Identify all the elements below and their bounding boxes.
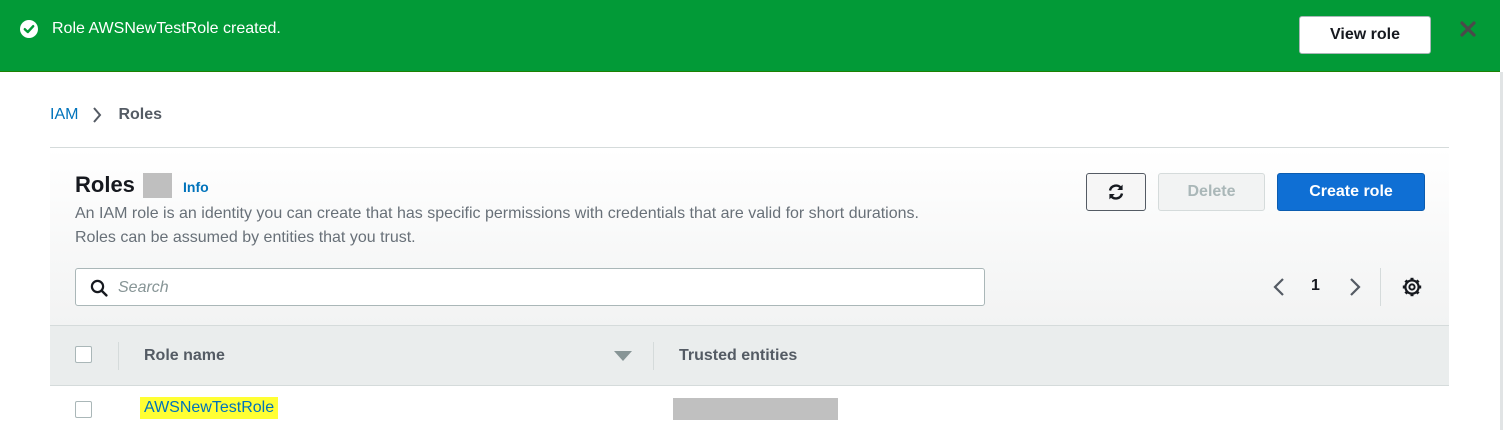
roles-description: An IAM role is an identity you can creat… — [75, 205, 919, 246]
current-page-number[interactable]: 1 — [1311, 277, 1320, 295]
row-checkbox[interactable] — [75, 401, 92, 418]
page-title: Roles — [75, 172, 135, 197]
info-link[interactable]: Info — [183, 179, 209, 195]
chevron-right-icon — [93, 107, 102, 123]
success-banner: Role AWSNewTestRole created. View role — [0, 0, 1500, 72]
create-role-button[interactable]: Create role — [1277, 173, 1425, 211]
roles-header: Roles Info An IAM role is an identity yo… — [50, 148, 1449, 326]
table-row: AWSNewTestRole — [50, 386, 1449, 430]
breadcrumb-current: Roles — [118, 106, 163, 123]
breadcrumb: IAM Roles — [50, 105, 162, 125]
role-name-link[interactable]: AWSNewTestRole — [140, 397, 279, 419]
refresh-button[interactable] — [1086, 173, 1146, 211]
trusted-entities-redacted — [673, 398, 838, 420]
check-circle-icon — [20, 20, 38, 38]
search-icon — [90, 279, 108, 297]
gear-icon[interactable] — [1401, 276, 1423, 298]
column-header-trusted-entities[interactable]: Trusted entities — [679, 346, 797, 366]
column-header-role-name[interactable]: Role name — [144, 346, 225, 366]
column-divider — [118, 342, 119, 370]
chevron-left-icon[interactable] — [1271, 276, 1287, 298]
view-role-button[interactable]: View role — [1299, 16, 1431, 54]
delete-button[interactable]: Delete — [1158, 173, 1265, 211]
sort-down-icon[interactable] — [613, 350, 633, 362]
select-all-checkbox[interactable] — [75, 346, 92, 363]
roles-table-container: Roles Info An IAM role is an identity yo… — [50, 147, 1449, 430]
refresh-icon — [1108, 184, 1124, 200]
banner-message: Role AWSNewTestRole created. — [52, 20, 281, 37]
chevron-right-icon[interactable] — [1347, 276, 1363, 298]
search-box[interactable] — [75, 268, 985, 306]
pagination-divider — [1380, 268, 1381, 306]
column-divider — [653, 342, 654, 370]
search-input[interactable] — [118, 276, 968, 300]
role-count-redacted — [143, 173, 172, 198]
close-icon[interactable] — [1459, 20, 1477, 38]
table-header: Role name Trusted entities — [50, 325, 1449, 386]
breadcrumb-iam-link[interactable]: IAM — [50, 105, 78, 125]
